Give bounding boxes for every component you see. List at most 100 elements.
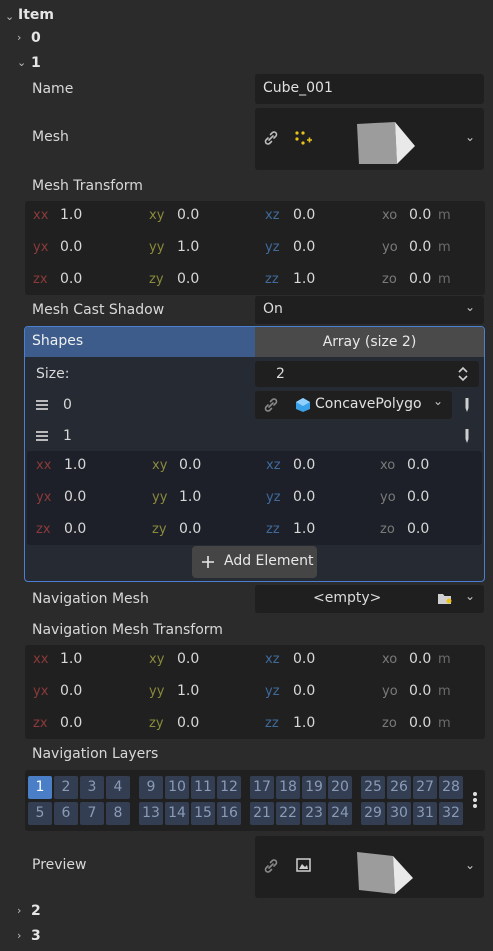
matrix-value[interactable]: 0.0 — [60, 683, 82, 699]
tree-entry-2[interactable]: 2 — [31, 903, 41, 919]
link-icon[interactable] — [263, 397, 279, 413]
layer-toggle-18[interactable]: 18 — [276, 776, 300, 799]
layer-toggle-13[interactable]: 13 — [139, 802, 163, 825]
matrix-value[interactable]: 0.0 — [177, 715, 199, 731]
size-spinbox[interactable]: 2 — [255, 361, 479, 387]
layer-toggle-6[interactable]: 6 — [54, 802, 78, 825]
layer-toggle-16[interactable]: 16 — [217, 802, 241, 825]
matrix-value[interactable]: 1.0 — [293, 521, 315, 537]
layer-toggle-4[interactable]: 4 — [106, 776, 130, 799]
tree-entry-0[interactable]: 0 — [31, 30, 41, 46]
chevron-down-icon[interactable]: ⌄ — [465, 858, 475, 872]
chevron-down-icon[interactable]: ⌄ — [465, 130, 475, 144]
matrix-value[interactable]: 0.0 — [177, 207, 199, 223]
layer-toggle-14[interactable]: 14 — [165, 802, 189, 825]
layer-toggle-29[interactable]: 29 — [361, 802, 385, 825]
matrix-value[interactable]: 0.0 — [179, 521, 201, 537]
layer-toggle-12[interactable]: 12 — [217, 776, 241, 799]
layer-toggle-24[interactable]: 24 — [328, 802, 352, 825]
layer-toggle-19[interactable]: 19 — [302, 776, 326, 799]
matrix-value[interactable]: 0.0 — [409, 651, 431, 667]
matrix-value[interactable]: 0.0 — [407, 521, 429, 537]
matrix-value[interactable]: 1.0 — [177, 239, 199, 255]
layer-toggle-15[interactable]: 15 — [191, 802, 215, 825]
array-toggle-button[interactable]: Array (size 2) — [255, 327, 484, 357]
matrix-value[interactable]: 0.0 — [293, 207, 315, 223]
matrix-value[interactable]: 1.0 — [179, 489, 201, 505]
link-icon[interactable] — [263, 130, 279, 146]
drag-handle-icon[interactable] — [35, 430, 49, 442]
link-icon[interactable] — [263, 858, 279, 874]
matrix-value[interactable]: 0.0 — [293, 651, 315, 667]
layer-toggle-9[interactable]: 9 — [139, 776, 163, 799]
tree-entry-1[interactable]: 1 — [31, 55, 41, 71]
more-options-icon[interactable] — [472, 791, 478, 809]
layer-toggle-22[interactable]: 22 — [276, 802, 300, 825]
matrix-value[interactable]: 0.0 — [177, 271, 199, 287]
layer-toggle-2[interactable]: 2 — [54, 776, 78, 799]
layer-toggle-32[interactable]: 32 — [439, 802, 463, 825]
shape-resource-picker[interactable]: ConcavePolygo ⌄ — [255, 391, 452, 419]
matrix-value[interactable]: 0.0 — [293, 683, 315, 699]
chevron-down-icon[interactable]: ⌄ — [5, 10, 14, 23]
name-field[interactable]: Cube_001 — [255, 74, 484, 104]
matrix-value[interactable]: 0.0 — [177, 651, 199, 667]
load-folder-icon[interactable] — [437, 592, 453, 606]
tree-entry-3[interactable]: 3 — [31, 928, 41, 944]
matrix-value[interactable]: 0.0 — [60, 239, 82, 255]
matrix-value[interactable]: 0.0 — [60, 271, 82, 287]
matrix-value[interactable]: 0.0 — [64, 489, 86, 505]
matrix-value[interactable]: 1.0 — [177, 683, 199, 699]
mesh-cast-shadow-select[interactable]: On ⌄ — [255, 296, 484, 324]
chevron-right-icon[interactable]: › — [17, 31, 21, 44]
chevron-right-icon[interactable]: › — [17, 904, 21, 917]
layer-toggle-10[interactable]: 10 — [165, 776, 189, 799]
matrix-value[interactable]: 1.0 — [293, 715, 315, 731]
matrix-value[interactable]: 0.0 — [293, 239, 315, 255]
matrix-value[interactable]: 1.0 — [60, 207, 82, 223]
layer-toggle-7[interactable]: 7 — [80, 802, 104, 825]
mesh-resource-picker[interactable]: ⌄ — [255, 108, 484, 170]
matrix-value[interactable]: 1.0 — [293, 271, 315, 287]
navigation-mesh-picker[interactable]: <empty> ⌄ — [255, 585, 484, 613]
shape-transform-matrix[interactable]: xx 1.0 xy 0.0 xz 0.0 xo 0.0 yx 0.0 yy 1.… — [27, 451, 482, 545]
layer-toggle-21[interactable]: 21 — [250, 802, 274, 825]
navigation-layers-grid[interactable]: 1 2 3 4 9 10 11 12 17 18 19 20 25 26 27 28 5 6 7 8 13 14 15 16… — [25, 770, 485, 831]
matrix-value[interactable]: 0.0 — [409, 715, 431, 731]
layer-toggle-23[interactable]: 23 — [302, 802, 326, 825]
chevron-right-icon[interactable]: › — [17, 929, 21, 942]
matrix-value[interactable]: 0.0 — [179, 457, 201, 473]
matrix-value[interactable]: 1.0 — [64, 457, 86, 473]
layer-toggle-30[interactable]: 30 — [387, 802, 411, 825]
layer-toggle-8[interactable]: 8 — [106, 802, 130, 825]
layer-toggle-28[interactable]: 28 — [439, 776, 463, 799]
matrix-value[interactable]: 0.0 — [64, 521, 86, 537]
matrix-value[interactable]: 0.0 — [293, 457, 315, 473]
edit-pencil-icon[interactable] — [463, 428, 471, 444]
matrix-value[interactable]: 1.0 — [60, 651, 82, 667]
layer-toggle-20[interactable]: 20 — [328, 776, 352, 799]
layer-toggle-5[interactable]: 5 — [28, 802, 52, 825]
spinner-arrows-icon[interactable] — [457, 366, 469, 382]
layer-toggle-26[interactable]: 26 — [387, 776, 411, 799]
matrix-value[interactable]: 0.0 — [409, 271, 431, 287]
navigation-mesh-transform-matrix[interactable]: xx 1.0 xy 0.0 xz 0.0 xo 0.0 m yx 0.0 yy … — [25, 645, 485, 739]
shapes-header[interactable]: Shapes — [25, 327, 255, 357]
layer-toggle-3[interactable]: 3 — [80, 776, 104, 799]
matrix-value[interactable]: 0.0 — [409, 683, 431, 699]
matrix-value[interactable]: 0.0 — [409, 207, 431, 223]
matrix-value[interactable]: 0.0 — [409, 239, 431, 255]
layer-toggle-11[interactable]: 11 — [191, 776, 215, 799]
preview-resource-picker[interactable]: ⌄ — [255, 836, 484, 898]
matrix-value[interactable]: 0.0 — [293, 489, 315, 505]
chevron-down-icon[interactable]: ⌄ — [17, 56, 26, 69]
layer-toggle-1[interactable]: 1 — [28, 776, 52, 799]
drag-handle-icon[interactable] — [35, 399, 49, 411]
matrix-value[interactable]: 0.0 — [407, 489, 429, 505]
add-element-button[interactable]: Add Element — [192, 546, 317, 578]
mesh-transform-matrix[interactable]: xx 1.0 xy 0.0 xz 0.0 xo 0.0 m yx 0.0 yy … — [25, 201, 485, 295]
matrix-value[interactable]: 0.0 — [407, 457, 429, 473]
edit-pencil-icon[interactable] — [463, 397, 471, 413]
chevron-down-icon[interactable]: ⌄ — [465, 589, 475, 603]
chevron-down-icon[interactable]: ⌄ — [433, 394, 443, 408]
